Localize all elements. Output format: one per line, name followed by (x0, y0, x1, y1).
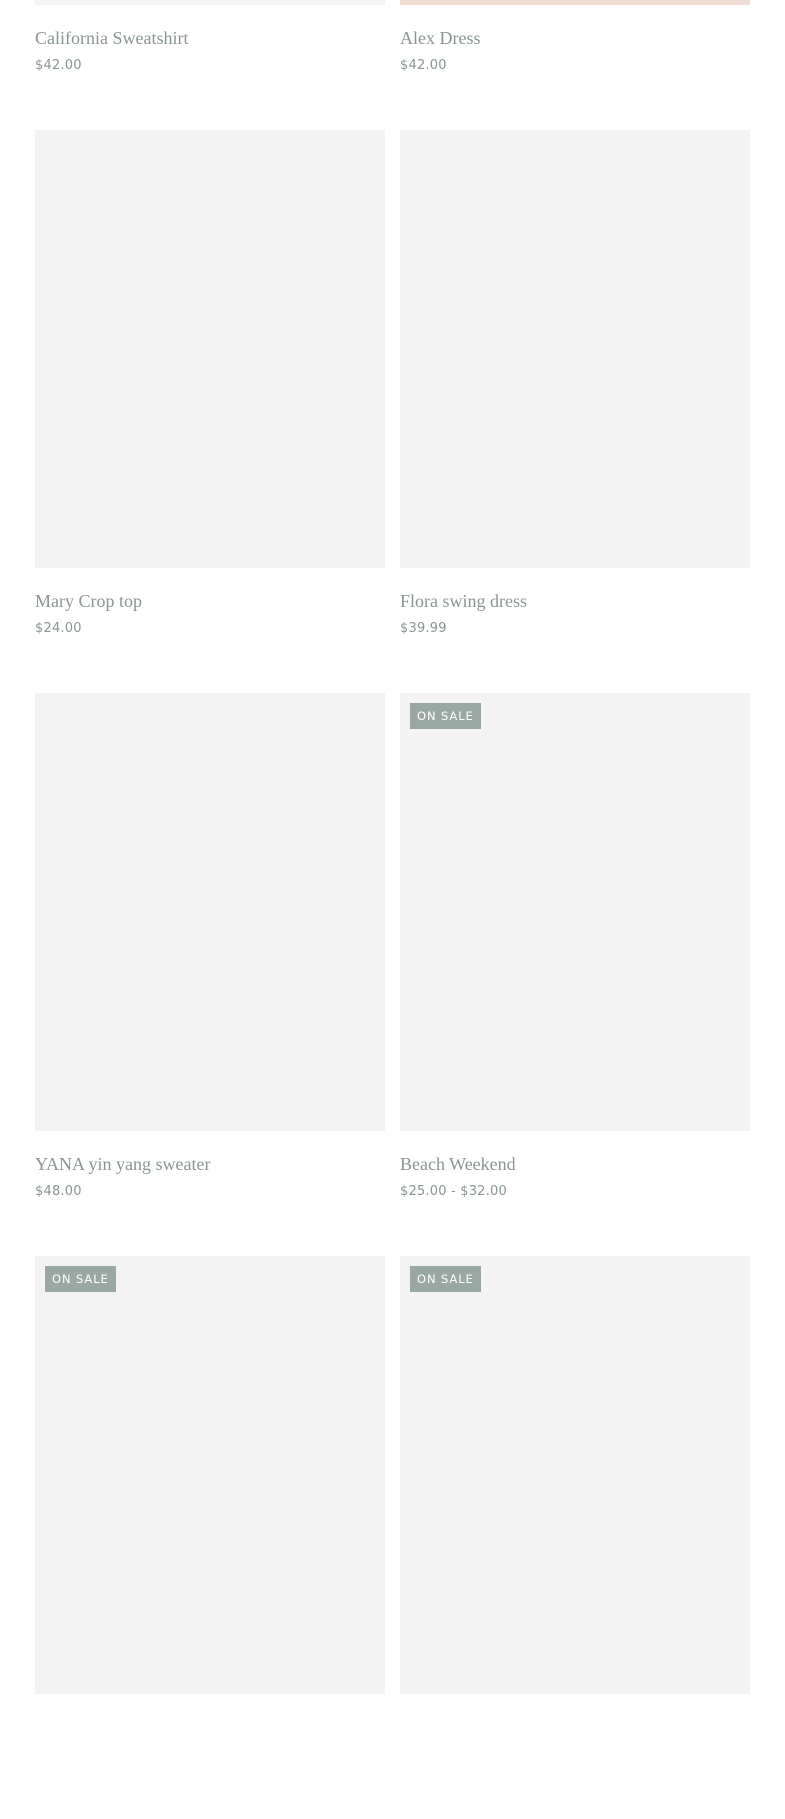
product-price: $24.00 (35, 621, 82, 636)
product-title[interactable]: YANA yin yang sweater (35, 1153, 385, 1175)
product-card-partial-left[interactable]: ON SALE (35, 1256, 385, 1819)
product-card-partial-right[interactable]: ON SALE (400, 1256, 750, 1819)
product-title[interactable]: Flora swing dress (400, 590, 750, 612)
product-image[interactable] (35, 693, 385, 1131)
product-image[interactable] (400, 0, 750, 5)
product-card-yana-yin-yang-sweater[interactable]: YANA yin yang sweater $48.00 (35, 693, 385, 1256)
product-card-california-sweatshirt[interactable]: California Sweatshirt $42.00 (35, 0, 385, 130)
product-image[interactable]: ON SALE (400, 1256, 750, 1694)
product-title[interactable]: Beach Weekend (400, 1153, 750, 1175)
product-price: $42.00 (35, 58, 82, 73)
product-image[interactable]: ON SALE (35, 1256, 385, 1694)
product-image[interactable] (35, 130, 385, 568)
on-sale-badge: ON SALE (410, 1266, 481, 1292)
product-title[interactable]: Alex Dress (400, 27, 750, 49)
on-sale-badge: ON SALE (410, 703, 481, 729)
product-image[interactable] (400, 130, 750, 568)
product-image[interactable] (35, 0, 385, 5)
product-card-flora-swing-dress[interactable]: Flora swing dress $39.99 (400, 130, 750, 693)
product-price: $39.99 (400, 621, 447, 636)
product-card-alex-dress[interactable]: Alex Dress $42.00 (400, 0, 750, 130)
product-grid: California Sweatshirt $42.00 Alex Dress … (35, 0, 750, 1819)
on-sale-badge: ON SALE (45, 1266, 116, 1292)
product-price: $48.00 (35, 1184, 82, 1199)
product-price: $25.00 - $32.00 (400, 1184, 507, 1199)
product-card-mary-crop-top[interactable]: Mary Crop top $24.00 (35, 130, 385, 693)
product-image[interactable]: ON SALE (400, 693, 750, 1131)
product-title[interactable]: Mary Crop top (35, 590, 385, 612)
product-title[interactable]: California Sweatshirt (35, 27, 385, 49)
product-price: $42.00 (400, 58, 447, 73)
product-card-beach-weekend[interactable]: ON SALE Beach Weekend $25.00 - $32.00 (400, 693, 750, 1256)
